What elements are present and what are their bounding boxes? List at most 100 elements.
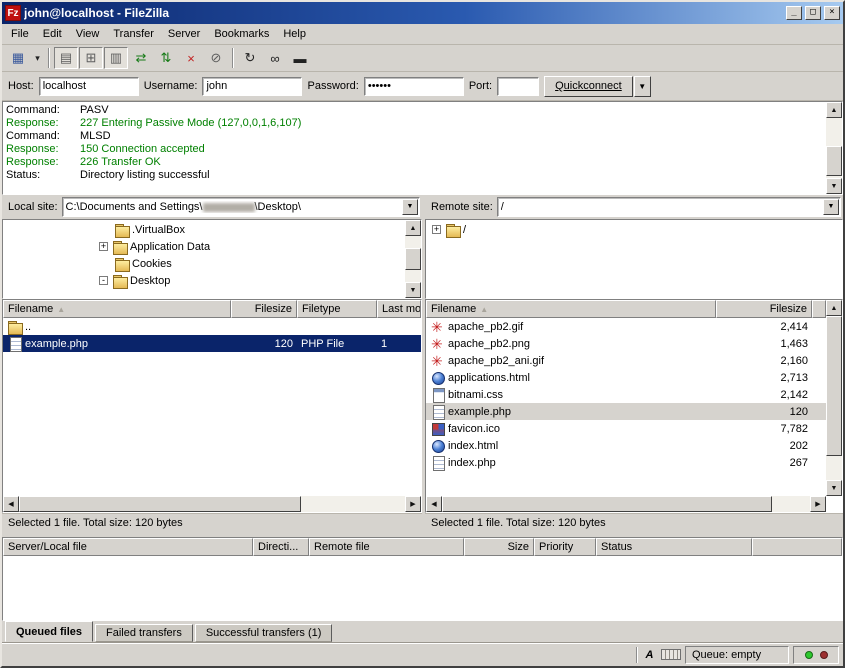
file-row-selected[interactable]: example.php 120 — [426, 403, 826, 420]
site-manager-button[interactable]: ▦ — [6, 47, 30, 69]
expand-icon[interactable]: + — [99, 242, 108, 251]
quickconnect-bar: Host: Username: Password: Port: Quickcon… — [2, 72, 843, 101]
tree-item[interactable]: + / — [426, 221, 842, 238]
scroll-down-icon[interactable]: ▼ — [826, 178, 842, 194]
local-site-combo[interactable]: C:\Documents and Settings\\Desktop\ ▼ — [62, 197, 420, 217]
abort-button[interactable]: × — [179, 47, 203, 69]
column-header-status[interactable]: Status — [596, 538, 752, 556]
scroll-right-icon[interactable]: ▶ — [405, 496, 421, 512]
column-header-local-file[interactable]: Server/Local file — [3, 538, 253, 556]
scroll-down-icon[interactable]: ▼ — [826, 480, 842, 496]
local-combo-dropdown[interactable]: ▼ — [402, 199, 418, 215]
scroll-up-icon[interactable]: ▲ — [405, 220, 421, 236]
file-row[interactable]: applications.html 2,713 — [426, 369, 826, 386]
collapse-icon[interactable]: - — [99, 276, 108, 285]
scroll-thumb[interactable] — [826, 316, 842, 456]
quickconnect-dropdown[interactable]: ▼ — [634, 76, 651, 97]
maximize-button[interactable]: □ — [805, 6, 821, 20]
scroll-thumb[interactable] — [19, 496, 301, 512]
disconnect-icon: ⊘ — [211, 50, 222, 66]
minimize-button[interactable]: _ — [786, 6, 802, 20]
file-row-selected[interactable]: example.php 120 PHP File 1 — [3, 335, 421, 352]
scroll-up-icon[interactable]: ▲ — [826, 300, 842, 316]
file-row[interactable]: apache_pb2.gif 2,414 — [426, 318, 826, 335]
file-row[interactable]: favicon.ico 7,782 — [426, 420, 826, 437]
menu-item-server[interactable]: Server — [161, 25, 207, 43]
reconnect-button[interactable]: ↻ — [238, 47, 262, 69]
file-row[interactable]: .. — [3, 318, 421, 335]
menu-item-help[interactable]: Help — [276, 25, 313, 43]
column-header-remote-file[interactable]: Remote file — [309, 538, 464, 556]
column-header-filename[interactable]: Filename▲ — [3, 300, 231, 318]
scroll-left-icon[interactable]: ◀ — [426, 496, 442, 512]
menu-item-edit[interactable]: Edit — [36, 25, 69, 43]
log-line: Status:Directory listing successful — [6, 169, 822, 182]
file-row[interactable]: apache_pb2.png 1,463 — [426, 335, 826, 352]
tab-queued-files[interactable]: Queued files — [5, 621, 93, 642]
remote-vscrollbar[interactable]: ▲ ▼ — [826, 300, 842, 496]
file-row[interactable]: index.html 202 — [426, 437, 826, 454]
expand-icon[interactable]: + — [432, 225, 441, 234]
find-button[interactable]: ∞ — [263, 47, 287, 69]
file-type-icon — [430, 320, 446, 334]
column-header-priority[interactable]: Priority — [534, 538, 596, 556]
local-tree-scrollbar[interactable]: ▲ ▼ — [405, 220, 421, 298]
column-header-filetype[interactable]: Filetype — [297, 300, 377, 318]
scroll-up-icon[interactable]: ▲ — [826, 102, 842, 118]
port-input[interactable] — [497, 77, 539, 96]
tab-successful-transfers[interactable]: Successful transfers (1) — [195, 624, 333, 642]
menu-item-file[interactable]: File — [4, 25, 36, 43]
tree-item[interactable]: .VirtualBox — [3, 221, 421, 238]
ascii-mode-icon[interactable]: A — [642, 649, 657, 661]
toggle-trees-button[interactable]: ⊞ — [79, 47, 103, 69]
file-row[interactable]: bitnami.css 2,142 — [426, 386, 826, 403]
close-button[interactable]: × — [824, 6, 840, 20]
file-type-icon — [430, 337, 446, 351]
menu-item-bookmarks[interactable]: Bookmarks — [207, 25, 276, 43]
remote-site-combo[interactable]: / ▼ — [497, 197, 841, 217]
host-input[interactable] — [39, 77, 139, 96]
file-row[interactable]: apache_pb2_ani.gif 2,160 — [426, 352, 826, 369]
scroll-thumb[interactable] — [405, 248, 421, 270]
scroll-thumb[interactable] — [442, 496, 772, 512]
column-header-filename[interactable]: Filename▲ — [426, 300, 716, 318]
process-queue-button[interactable]: ⇅ — [154, 47, 178, 69]
remote-hscrollbar[interactable]: ◀ ▶ — [426, 496, 826, 512]
quickconnect-button[interactable]: Quickconnect — [544, 76, 633, 97]
tree-item[interactable]: - Desktop — [3, 272, 421, 289]
filter-button[interactable]: ▬ — [288, 47, 312, 69]
tree-item[interactable]: + Application Data — [3, 238, 421, 255]
menu-item-transfer[interactable]: Transfer — [106, 25, 161, 43]
username-input[interactable] — [202, 77, 302, 96]
log-scrollbar[interactable]: ▲ ▼ — [826, 102, 842, 194]
tab-failed-transfers[interactable]: Failed transfers — [95, 624, 193, 642]
column-header-size[interactable]: Size — [464, 538, 534, 556]
remote-combo-dropdown[interactable]: ▼ — [823, 199, 839, 215]
scroll-left-icon[interactable]: ◀ — [3, 496, 19, 512]
disconnect-button[interactable]: ⊘ — [204, 47, 228, 69]
column-header-filesize[interactable]: Filesize — [716, 300, 812, 318]
tree-item[interactable]: Cookies — [3, 255, 421, 272]
column-header-direction[interactable]: Directi... — [253, 538, 309, 556]
scroll-right-icon[interactable]: ▶ — [810, 496, 826, 512]
menu-item-view[interactable]: View — [69, 25, 107, 43]
keyboard-icon[interactable] — [661, 649, 681, 660]
app-icon[interactable]: Fz — [5, 5, 21, 21]
folder-icon — [112, 240, 128, 254]
scroll-down-icon[interactable]: ▼ — [405, 282, 421, 298]
refresh-button[interactable]: ⇄ — [129, 47, 153, 69]
column-header-filesize[interactable]: Filesize — [231, 300, 297, 318]
redacted-username — [203, 203, 255, 212]
column-header-modified[interactable]: Last modified — [377, 300, 421, 318]
log-line: Response:227 Entering Passive Mode (127,… — [6, 117, 822, 130]
log-line: Response:226 Transfer OK — [6, 156, 822, 169]
file-row[interactable]: index.php 267 — [426, 454, 826, 471]
site-manager-dropdown[interactable]: ▾ — [31, 47, 44, 69]
password-input[interactable] — [364, 77, 464, 96]
local-hscrollbar[interactable]: ◀ ▶ — [3, 496, 421, 512]
activity-indicator — [793, 646, 839, 664]
toggle-log-button[interactable]: ▤ — [54, 47, 78, 69]
toggle-queue-button[interactable]: ▥ — [104, 47, 128, 69]
scroll-thumb[interactable] — [826, 146, 842, 176]
process-queue-icon: ⇅ — [161, 50, 172, 66]
